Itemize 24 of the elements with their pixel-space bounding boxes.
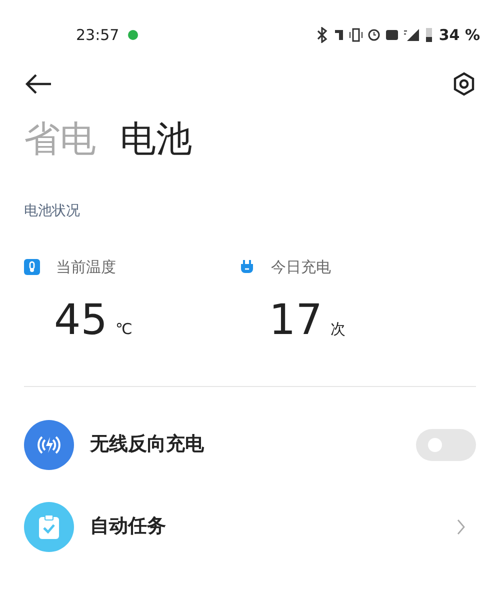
clipboard-check-icon bbox=[24, 502, 74, 552]
settings-icon[interactable] bbox=[452, 72, 476, 96]
app-notification-icon bbox=[127, 29, 140, 41]
stat-label: 当前温度 bbox=[56, 257, 116, 278]
section-title: 电池状况 bbox=[23, 202, 81, 222]
stat-value: 45 bbox=[54, 298, 108, 341]
wireless-charging-icon bbox=[24, 420, 74, 470]
stat-label: 今日充电 bbox=[271, 257, 331, 278]
bluetooth-icon bbox=[314, 27, 329, 43]
battery-percent: 34 % bbox=[438, 24, 480, 46]
tab[interactable]: 电池 bbox=[120, 118, 192, 162]
vibrate-icon bbox=[348, 27, 363, 43]
stat-value: 17 bbox=[269, 298, 322, 341]
alarm-icon bbox=[366, 27, 381, 43]
status-time: 23:57 bbox=[76, 24, 120, 46]
cellular-icon bbox=[402, 27, 419, 43]
plug-icon bbox=[239, 259, 255, 276]
back-icon[interactable] bbox=[24, 73, 52, 95]
setting-label: 无线反向充电 bbox=[90, 432, 205, 458]
stat-unit: ℃ bbox=[115, 319, 132, 340]
thermometer-icon bbox=[24, 259, 40, 276]
stat-unit: 次 bbox=[330, 319, 346, 340]
toggle-switch[interactable] bbox=[416, 428, 476, 461]
setting-label: 自动任务 bbox=[90, 514, 167, 540]
